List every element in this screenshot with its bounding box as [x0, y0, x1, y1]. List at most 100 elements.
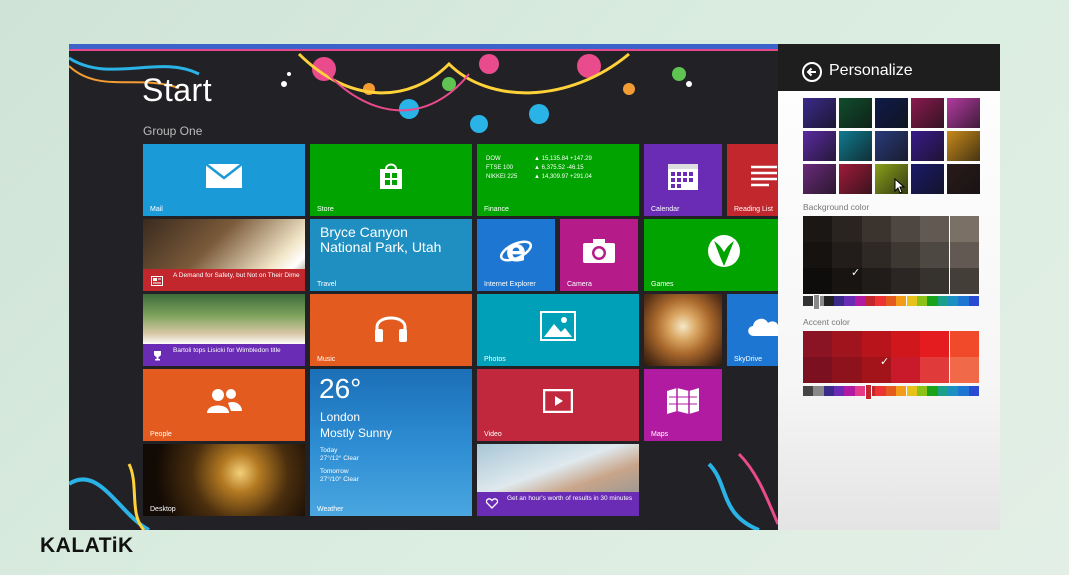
accent-hue-strip-segment[interactable] [968, 386, 979, 396]
accent-hue-strip-segment[interactable] [823, 386, 835, 396]
pattern-swatch[interactable] [839, 164, 872, 194]
tile-photos[interactable]: Photos [477, 294, 639, 366]
background-color-swatch[interactable] [949, 268, 979, 294]
pattern-swatch[interactable] [803, 131, 836, 161]
background-hue-strip-segment[interactable] [947, 296, 959, 306]
pattern-swatch[interactable] [839, 131, 872, 161]
pattern-swatch[interactable] [875, 98, 908, 128]
background-hue-strip-segment[interactable] [958, 296, 969, 306]
background-color-swatch[interactable] [803, 216, 833, 242]
accent-color-swatch[interactable] [890, 357, 921, 383]
tile-store[interactable]: Store [310, 144, 472, 216]
background-color-swatch[interactable] [890, 216, 921, 242]
accent-color-swatch[interactable] [803, 331, 833, 357]
tile-reading-list[interactable]: Reading List [727, 144, 778, 216]
background-color-swatch[interactable] [832, 242, 862, 268]
accent-hue-strip-segment[interactable] [927, 386, 938, 396]
pattern-swatch[interactable] [875, 131, 908, 161]
background-color-swatch[interactable] [890, 242, 921, 268]
background-color-swatch[interactable] [803, 242, 833, 268]
accent-hue-strip-segment[interactable] [834, 386, 845, 396]
accent-color-swatch[interactable] [890, 331, 921, 357]
background-color-swatch[interactable] [861, 268, 891, 294]
accent-color-swatch[interactable] [803, 357, 833, 383]
accent-hue-strip-segment[interactable] [875, 386, 886, 396]
accent-hue-strip-segment[interactable] [885, 386, 897, 396]
background-hue-strip-segment[interactable] [906, 296, 917, 306]
accent-hue-strip-segment[interactable] [896, 386, 907, 396]
accent-hue-strip-segment[interactable] [947, 386, 959, 396]
background-color-swatch[interactable] [920, 216, 950, 242]
tile-health[interactable]: Get an hour's worth of results in 30 min… [477, 444, 639, 516]
accent-color-swatch[interactable] [920, 357, 950, 383]
background-color-swatch[interactable] [920, 268, 950, 294]
pattern-swatch[interactable] [947, 98, 980, 128]
pattern-swatch[interactable] [839, 98, 872, 128]
tile-video[interactable]: Video [477, 369, 639, 441]
background-color-swatch[interactable] [832, 216, 862, 242]
background-hue-strip-segment[interactable] [865, 296, 876, 306]
accent-hue-strip-segment[interactable] [854, 386, 866, 396]
pattern-swatch[interactable] [947, 131, 980, 161]
pattern-swatch[interactable] [911, 131, 944, 161]
tile-music[interactable]: Music [310, 294, 472, 366]
pattern-swatch[interactable] [803, 164, 836, 194]
tile-finance[interactable]: DOW ▲ 15,135.84 +147.29 FTSE 100 ▲ 6,375.5… [477, 144, 639, 216]
tile-news[interactable]: A Demand for Safety, but Not on Their Di… [143, 219, 305, 291]
accent-color-swatch[interactable] [832, 357, 862, 383]
tile-travel[interactable]: Bryce Canyon National Park, Utah Travel [310, 219, 472, 291]
accent-hue-strip-segment[interactable] [844, 386, 855, 396]
background-hue-strip-segment[interactable] [916, 296, 928, 306]
background-hue-strip-segment[interactable] [927, 296, 938, 306]
tile-people[interactable]: People [143, 369, 305, 441]
background-color-swatch[interactable] [949, 242, 979, 268]
background-hue-selector[interactable] [813, 294, 820, 310]
tile-food-photo[interactable] [644, 294, 722, 366]
background-color-swatch[interactable] [949, 216, 979, 242]
accent-hue-strip-segment[interactable] [958, 386, 969, 396]
background-hue-strip-segment[interactable] [844, 296, 855, 306]
background-hue-strip-segment[interactable] [834, 296, 845, 306]
accent-hue-strip-segment[interactable] [916, 386, 928, 396]
pattern-swatch[interactable] [803, 98, 836, 128]
tile-weather[interactable]: 26° London Mostly Sunny Today 27°/12° Cl… [310, 369, 472, 516]
accent-color-swatch[interactable] [832, 331, 862, 357]
group-title[interactable]: Group One [143, 124, 202, 138]
tile-desktop[interactable]: Desktop [143, 444, 305, 516]
background-hue-strip-segment[interactable] [875, 296, 886, 306]
background-hue-strip-segment[interactable] [937, 296, 948, 306]
tile-mail[interactable]: Mail [143, 144, 305, 216]
accent-color-swatch[interactable] [949, 357, 979, 383]
accent-hue-strip-segment[interactable] [803, 386, 814, 396]
background-color-swatch[interactable] [920, 242, 950, 268]
tile-camera[interactable]: Camera [560, 219, 638, 291]
background-hue-strip-segment[interactable] [823, 296, 835, 306]
background-hue-strip-segment[interactable] [896, 296, 907, 306]
background-hue-strip-segment[interactable] [854, 296, 866, 306]
background-color-swatch[interactable] [861, 242, 891, 268]
accent-color-swatch[interactable] [920, 331, 950, 357]
accent-hue-strip-segment[interactable] [813, 386, 824, 396]
tile-internet-explorer[interactable]: e Internet Explorer [477, 219, 555, 291]
tile-skydrive[interactable]: SkyDrive [727, 294, 778, 366]
background-hue-strip-segment[interactable] [968, 296, 979, 306]
accent-hue-strip-segment[interactable] [937, 386, 948, 396]
tile-calendar[interactable]: Calendar [644, 144, 722, 216]
pattern-swatch[interactable] [911, 164, 944, 194]
pattern-swatch[interactable] [947, 164, 980, 194]
tile-games[interactable]: Games [644, 219, 778, 291]
tile-maps[interactable]: Maps [644, 369, 722, 441]
accent-color-swatch[interactable] [861, 331, 891, 357]
background-hue-strip-segment[interactable] [803, 296, 814, 306]
pattern-swatch[interactable] [911, 98, 944, 128]
tile-sports[interactable]: Bartoli tops Lisicki for Wimbledon title [143, 294, 305, 366]
background-color-swatch[interactable] [861, 216, 891, 242]
internet-explorer-icon: e [499, 234, 533, 268]
background-color-swatch[interactable] [890, 268, 921, 294]
back-arrow-icon[interactable] [802, 62, 822, 82]
background-hue-strip-segment[interactable] [885, 296, 897, 306]
accent-hue-strip-segment[interactable] [906, 386, 917, 396]
accent-color-swatch[interactable] [949, 331, 979, 357]
background-color-swatch[interactable] [803, 268, 833, 294]
accent-hue-selector[interactable] [865, 384, 872, 400]
